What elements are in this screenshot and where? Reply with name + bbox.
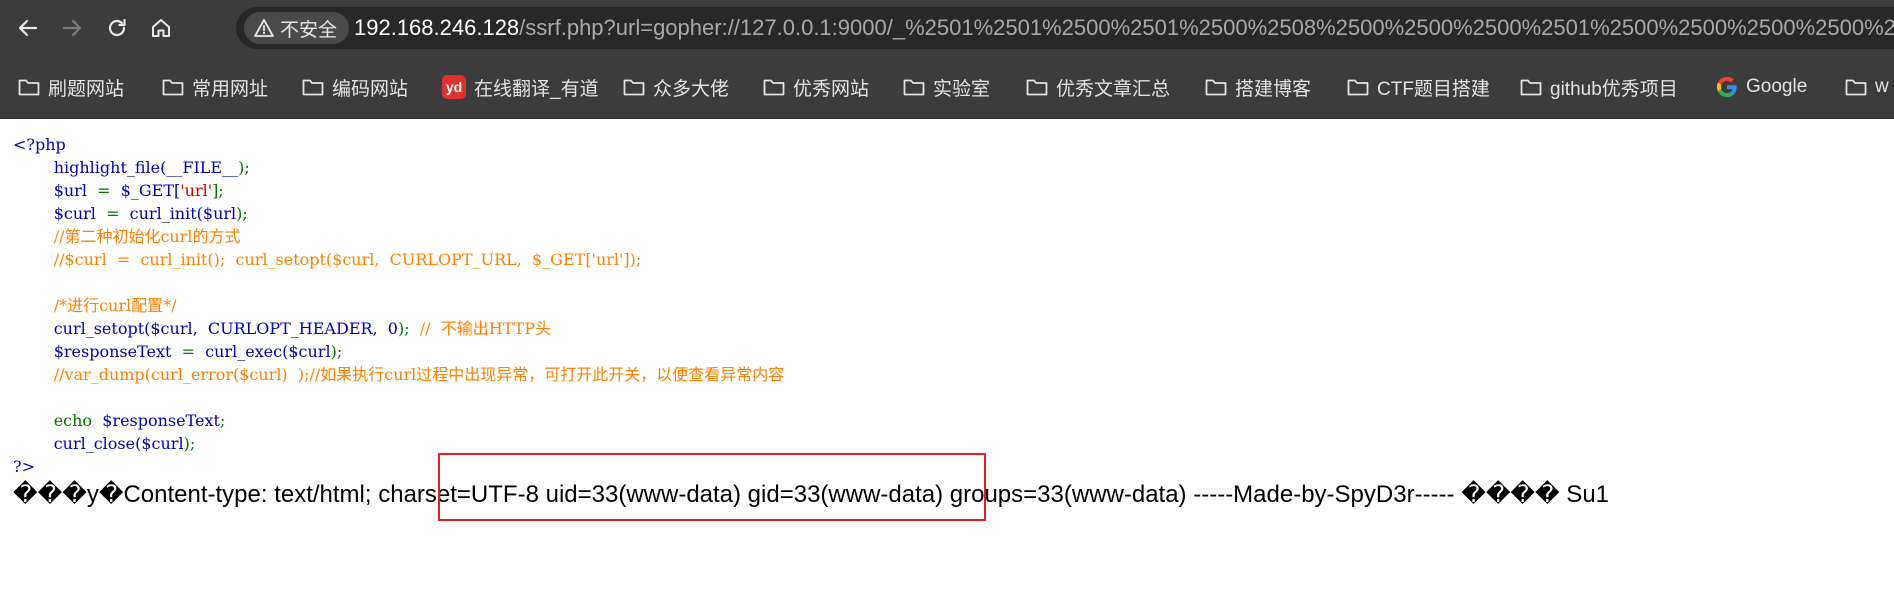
bookmark-item[interactable]: w bbox=[1845, 72, 1889, 102]
code-token: 'url' bbox=[180, 181, 213, 200]
url-text[interactable]: 192.168.246.128/ssrf.php?url=gopher://12… bbox=[354, 7, 1894, 49]
highlight-box bbox=[438, 453, 986, 521]
back-button[interactable] bbox=[8, 8, 48, 48]
code-token: ); bbox=[397, 319, 410, 338]
bookmark-item[interactable]: 优秀网站 bbox=[763, 72, 869, 102]
warning-icon bbox=[254, 18, 274, 38]
forward-button[interactable] bbox=[52, 8, 92, 48]
security-label: 不安全 bbox=[280, 19, 338, 41]
folder-icon bbox=[1026, 78, 1048, 96]
bookmark-item[interactable]: yd 在线翻译_有道 bbox=[442, 72, 599, 102]
bookmark-label: 优秀文章汇总 bbox=[1056, 78, 1171, 100]
reload-button[interactable] bbox=[97, 8, 137, 48]
bookmarks-bar: 刷题网站 常用网址 编码网站 yd 在线翻译_有道 众多大佬 优秀网站 实验室 优… bbox=[0, 54, 1894, 119]
php-source-code: <?php highlight_file(__FILE__); $url = $… bbox=[13, 133, 784, 478]
code-token: $curl bbox=[288, 342, 331, 361]
arrow-right-icon bbox=[62, 19, 82, 37]
bookmark-item[interactable]: 常用网址 bbox=[162, 72, 268, 102]
code-comment: //var_dump(curl_error($curl) );//如果执行cur… bbox=[53, 365, 785, 384]
bookmark-label: w bbox=[1875, 76, 1889, 97]
bookmark-label: 常用网址 bbox=[192, 78, 269, 100]
code-token: ); bbox=[238, 158, 250, 177]
code-comment: // 不输出HTTP头 bbox=[419, 319, 552, 338]
code-token: ); bbox=[236, 204, 248, 223]
code-token: ]; bbox=[212, 181, 224, 200]
folder-icon bbox=[18, 78, 40, 96]
url-path: /ssrf.php?url=gopher://127.0.0.1:9000/_%… bbox=[519, 15, 1894, 40]
bookmark-item[interactable]: Google bbox=[1716, 72, 1807, 102]
code-token: = bbox=[106, 204, 120, 223]
bookmark-label: 编码网站 bbox=[332, 78, 409, 100]
home-button[interactable] bbox=[141, 8, 181, 48]
folder-icon bbox=[302, 78, 324, 96]
code-token: $curl bbox=[141, 434, 184, 453]
bookmark-label: Google bbox=[1746, 76, 1808, 97]
url-host: 192.168.246.128 bbox=[354, 15, 520, 40]
php-close-tag: ?> bbox=[13, 457, 35, 476]
code-token: $responseText bbox=[102, 411, 220, 430]
code-token: ; bbox=[219, 411, 226, 430]
code-token: $url bbox=[202, 204, 237, 223]
bookmark-item[interactable]: 实验室 bbox=[903, 72, 990, 102]
google-icon bbox=[1716, 76, 1738, 98]
folder-icon bbox=[1845, 78, 1867, 96]
code-token: = bbox=[181, 342, 195, 361]
code-token: $url bbox=[53, 181, 87, 200]
code-token: highlight_file( bbox=[53, 158, 167, 177]
code-token: curl_setopt( bbox=[53, 319, 151, 338]
code-comment: //$curl = curl_init(); curl_setopt($curl… bbox=[53, 250, 642, 269]
code-token: ); bbox=[183, 434, 196, 453]
code-token: = bbox=[97, 181, 111, 200]
bookmark-item[interactable]: 众多大佬 bbox=[623, 72, 729, 102]
youdao-icon: yd bbox=[442, 75, 466, 99]
bookmark-label: 实验室 bbox=[933, 78, 991, 100]
folder-icon bbox=[623, 78, 645, 96]
browser-toolbar: 不安全 192.168.246.128/ssrf.php?url=gopher:… bbox=[0, 0, 1894, 54]
php-open-tag: <?php bbox=[13, 135, 66, 154]
code-token: curl_init( bbox=[129, 204, 203, 223]
code-token: $curl bbox=[53, 204, 96, 223]
home-icon bbox=[152, 19, 170, 37]
bookmark-label: 在线翻译_有道 bbox=[474, 78, 599, 100]
code-token: $curl, CURLOPT_HEADER, 0 bbox=[150, 319, 398, 338]
bookmark-item[interactable]: github优秀项目 bbox=[1520, 72, 1678, 102]
folder-icon bbox=[162, 78, 184, 96]
folder-icon bbox=[763, 78, 785, 96]
bookmark-item[interactable]: 优秀文章汇总 bbox=[1026, 72, 1170, 102]
folder-icon bbox=[1520, 78, 1542, 96]
bookmark-label: 优秀网站 bbox=[793, 78, 870, 100]
youdao-icon-text: yd bbox=[442, 75, 466, 99]
code-comment: //第二种初始化curl的方式 bbox=[53, 227, 241, 246]
bookmark-item[interactable]: 刷题网站 bbox=[18, 72, 124, 102]
reload-icon bbox=[108, 18, 126, 37]
folder-icon bbox=[903, 78, 925, 96]
bookmark-label: 刷题网站 bbox=[48, 78, 125, 100]
code-comment: /*进行curl配置*/ bbox=[53, 296, 177, 315]
code-token: curl_exec( bbox=[205, 342, 289, 361]
arrow-left-icon bbox=[18, 19, 38, 37]
code-token: echo bbox=[53, 411, 93, 430]
code-token: $responseText bbox=[53, 342, 172, 361]
bookmark-item[interactable]: CTF题目搭建 bbox=[1347, 72, 1490, 102]
folder-icon bbox=[1205, 78, 1227, 96]
bookmark-label: github优秀项目 bbox=[1550, 78, 1678, 100]
folder-icon bbox=[1347, 78, 1369, 96]
code-token: __FILE__ bbox=[166, 158, 239, 177]
bookmark-item[interactable]: 搭建博客 bbox=[1205, 72, 1311, 102]
code-token: $_GET[ bbox=[120, 181, 181, 200]
code-token: ); bbox=[330, 342, 343, 361]
bookmark-label: 搭建博客 bbox=[1235, 78, 1312, 100]
bookmark-label: 众多大佬 bbox=[653, 78, 730, 100]
security-indicator[interactable]: 不安全 bbox=[244, 12, 350, 44]
code-token: curl_close( bbox=[53, 434, 142, 453]
address-bar[interactable]: 不安全 192.168.246.128/ssrf.php?url=gopher:… bbox=[236, 7, 1894, 49]
bookmark-label: CTF题目搭建 bbox=[1377, 78, 1490, 100]
bookmark-item[interactable]: 编码网站 bbox=[302, 72, 408, 102]
page-content: <?php highlight_file(__FILE__); $url = $… bbox=[0, 119, 1894, 593]
